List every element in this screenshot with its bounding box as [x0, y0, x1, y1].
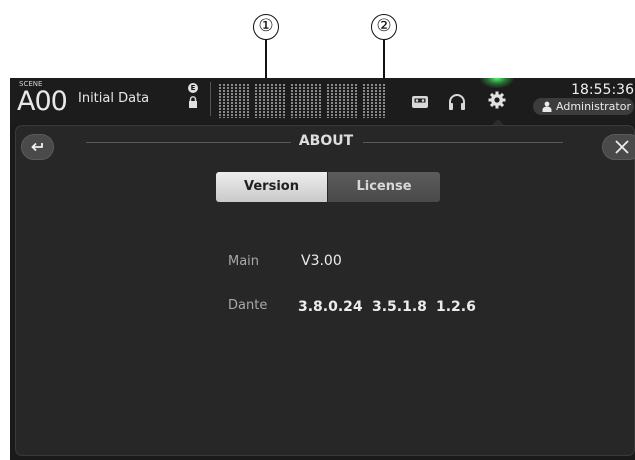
meter-bar [279, 84, 281, 118]
device-screen: SCENE A00 Initial Data E 18:55:36 Admini… [10, 78, 635, 460]
scene-number[interactable]: A00 [17, 86, 68, 117]
active-indicator [480, 78, 514, 88]
meter-bar [235, 84, 237, 118]
meter-bar [339, 84, 341, 118]
meter-bar [347, 84, 349, 118]
meter-bar [267, 84, 269, 118]
meter-bar [371, 84, 373, 118]
dante-version-2: 3.5.1.8 [372, 299, 427, 315]
main-label: Main [228, 254, 260, 269]
meter-bar [307, 84, 309, 118]
divider [210, 82, 211, 116]
meter-bar [263, 84, 265, 118]
user-badge[interactable]: Administrator [533, 98, 634, 115]
meter-bar [227, 84, 229, 118]
meter-bar [331, 84, 333, 118]
user-name: Administrator [556, 100, 631, 113]
meter-bar [247, 84, 249, 118]
meter-bar [367, 84, 369, 118]
level-meters[interactable] [219, 84, 389, 118]
meter-bar [343, 84, 345, 118]
callout-1: ① [253, 14, 279, 40]
callout-2: ② [371, 14, 397, 40]
headphones-icon[interactable] [447, 92, 467, 112]
back-button[interactable] [21, 134, 54, 160]
tab-version[interactable]: Version [216, 172, 327, 202]
meter-bar [327, 84, 329, 118]
meter-bar [363, 84, 365, 118]
e-badge: E [188, 83, 198, 93]
meter-bar [271, 84, 273, 118]
close-icon [615, 140, 629, 154]
meter-bar [303, 84, 305, 118]
dante-version-1: 3.8.0.24 [298, 299, 363, 315]
meter-bar [291, 84, 293, 118]
meter-bar [315, 84, 317, 118]
meter-bar [231, 84, 233, 118]
meter-bar [223, 84, 225, 118]
lock-icon [189, 96, 197, 108]
gear-icon[interactable] [487, 90, 507, 110]
dialog-title: ABOUT [298, 133, 354, 149]
dante-version-3: 1.2.6 [436, 299, 476, 315]
meter-bar [299, 84, 301, 118]
meter-bar [275, 84, 277, 118]
meter-bar [335, 84, 337, 118]
meter-bar [355, 84, 357, 118]
meter-bar [311, 84, 313, 118]
meter-bar [219, 84, 221, 118]
meter-bar [351, 84, 353, 118]
meter-bar [319, 84, 321, 118]
meter-bar [243, 84, 245, 118]
meter-bar [239, 84, 241, 118]
recorder-icon[interactable] [410, 92, 430, 112]
meter-bar [259, 84, 261, 118]
close-button[interactable] [602, 134, 635, 160]
meter-bar [375, 84, 377, 118]
clock: 18:55:36 [571, 82, 634, 98]
back-icon [31, 142, 43, 152]
dante-label: Dante [228, 298, 268, 313]
person-icon [542, 101, 552, 112]
main-version: V3.00 [301, 253, 342, 269]
about-dialog: ABOUT Version License Main V3.00 Dante 3… [15, 125, 635, 456]
scene-name[interactable]: Initial Data [78, 91, 149, 106]
top-bar: SCENE A00 Initial Data E 18:55:36 Admini… [10, 78, 635, 125]
meter-bar [379, 84, 381, 118]
meter-bar [283, 84, 285, 118]
meter-bar [255, 84, 257, 118]
meter-bar [383, 84, 385, 118]
tab-license[interactable]: License [328, 172, 440, 202]
meter-bar [295, 84, 297, 118]
